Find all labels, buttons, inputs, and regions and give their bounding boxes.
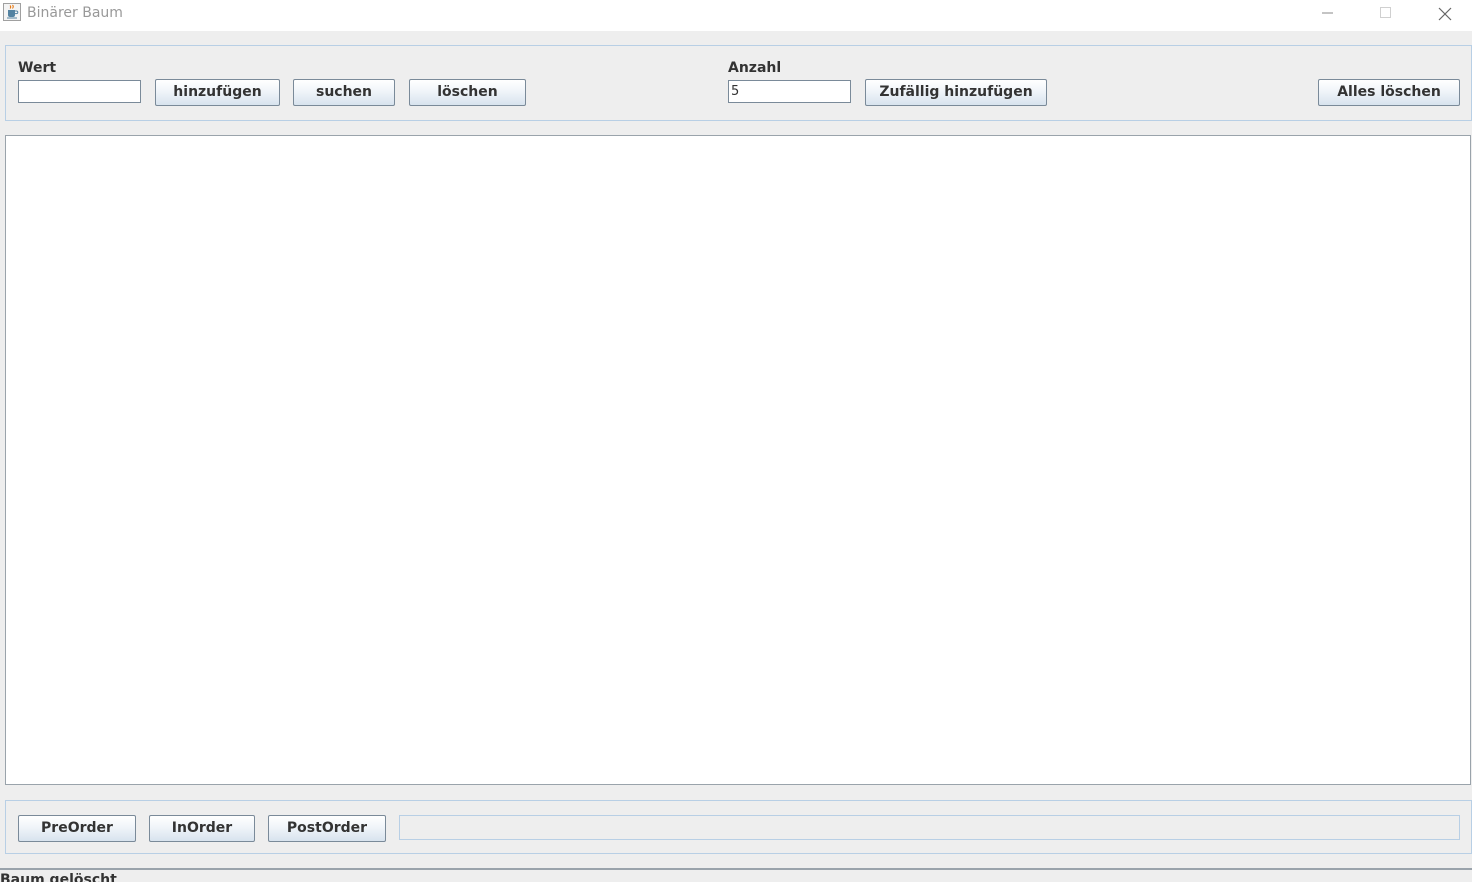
count-input[interactable] [728, 80, 851, 103]
delete-button[interactable]: löschen [409, 79, 526, 106]
maximize-button[interactable] [1363, 0, 1409, 30]
maximize-icon [1380, 7, 1391, 18]
close-icon [1438, 7, 1452, 21]
status-divider [0, 868, 1472, 870]
add-button[interactable]: hinzufügen [155, 79, 280, 106]
value-label: Wert [18, 60, 57, 76]
preorder-button[interactable]: PreOrder [18, 815, 136, 842]
minimize-button[interactable] [1305, 0, 1351, 30]
tree-canvas[interactable] [5, 135, 1471, 785]
count-label: Anzahl [728, 60, 782, 76]
clear-all-button[interactable]: Alles löschen [1318, 79, 1460, 106]
java-cup-icon [3, 3, 21, 21]
status-message: Baum gelöscht [0, 872, 117, 882]
inorder-button[interactable]: InOrder [149, 815, 255, 842]
value-input[interactable] [18, 80, 141, 103]
title-bar[interactable]: Binärer Baum [0, 0, 1472, 31]
traversal-output-field [399, 815, 1460, 840]
window-title: Binärer Baum [27, 5, 123, 21]
close-button[interactable] [1421, 0, 1467, 30]
random-add-button[interactable]: Zufällig hinzufügen [865, 79, 1047, 106]
minimize-icon [1322, 12, 1333, 14]
search-button[interactable]: suchen [293, 79, 395, 106]
postorder-button[interactable]: PostOrder [268, 815, 386, 842]
main-window: Binärer Baum Wert hinzufügen suchen lösc… [0, 0, 1472, 882]
